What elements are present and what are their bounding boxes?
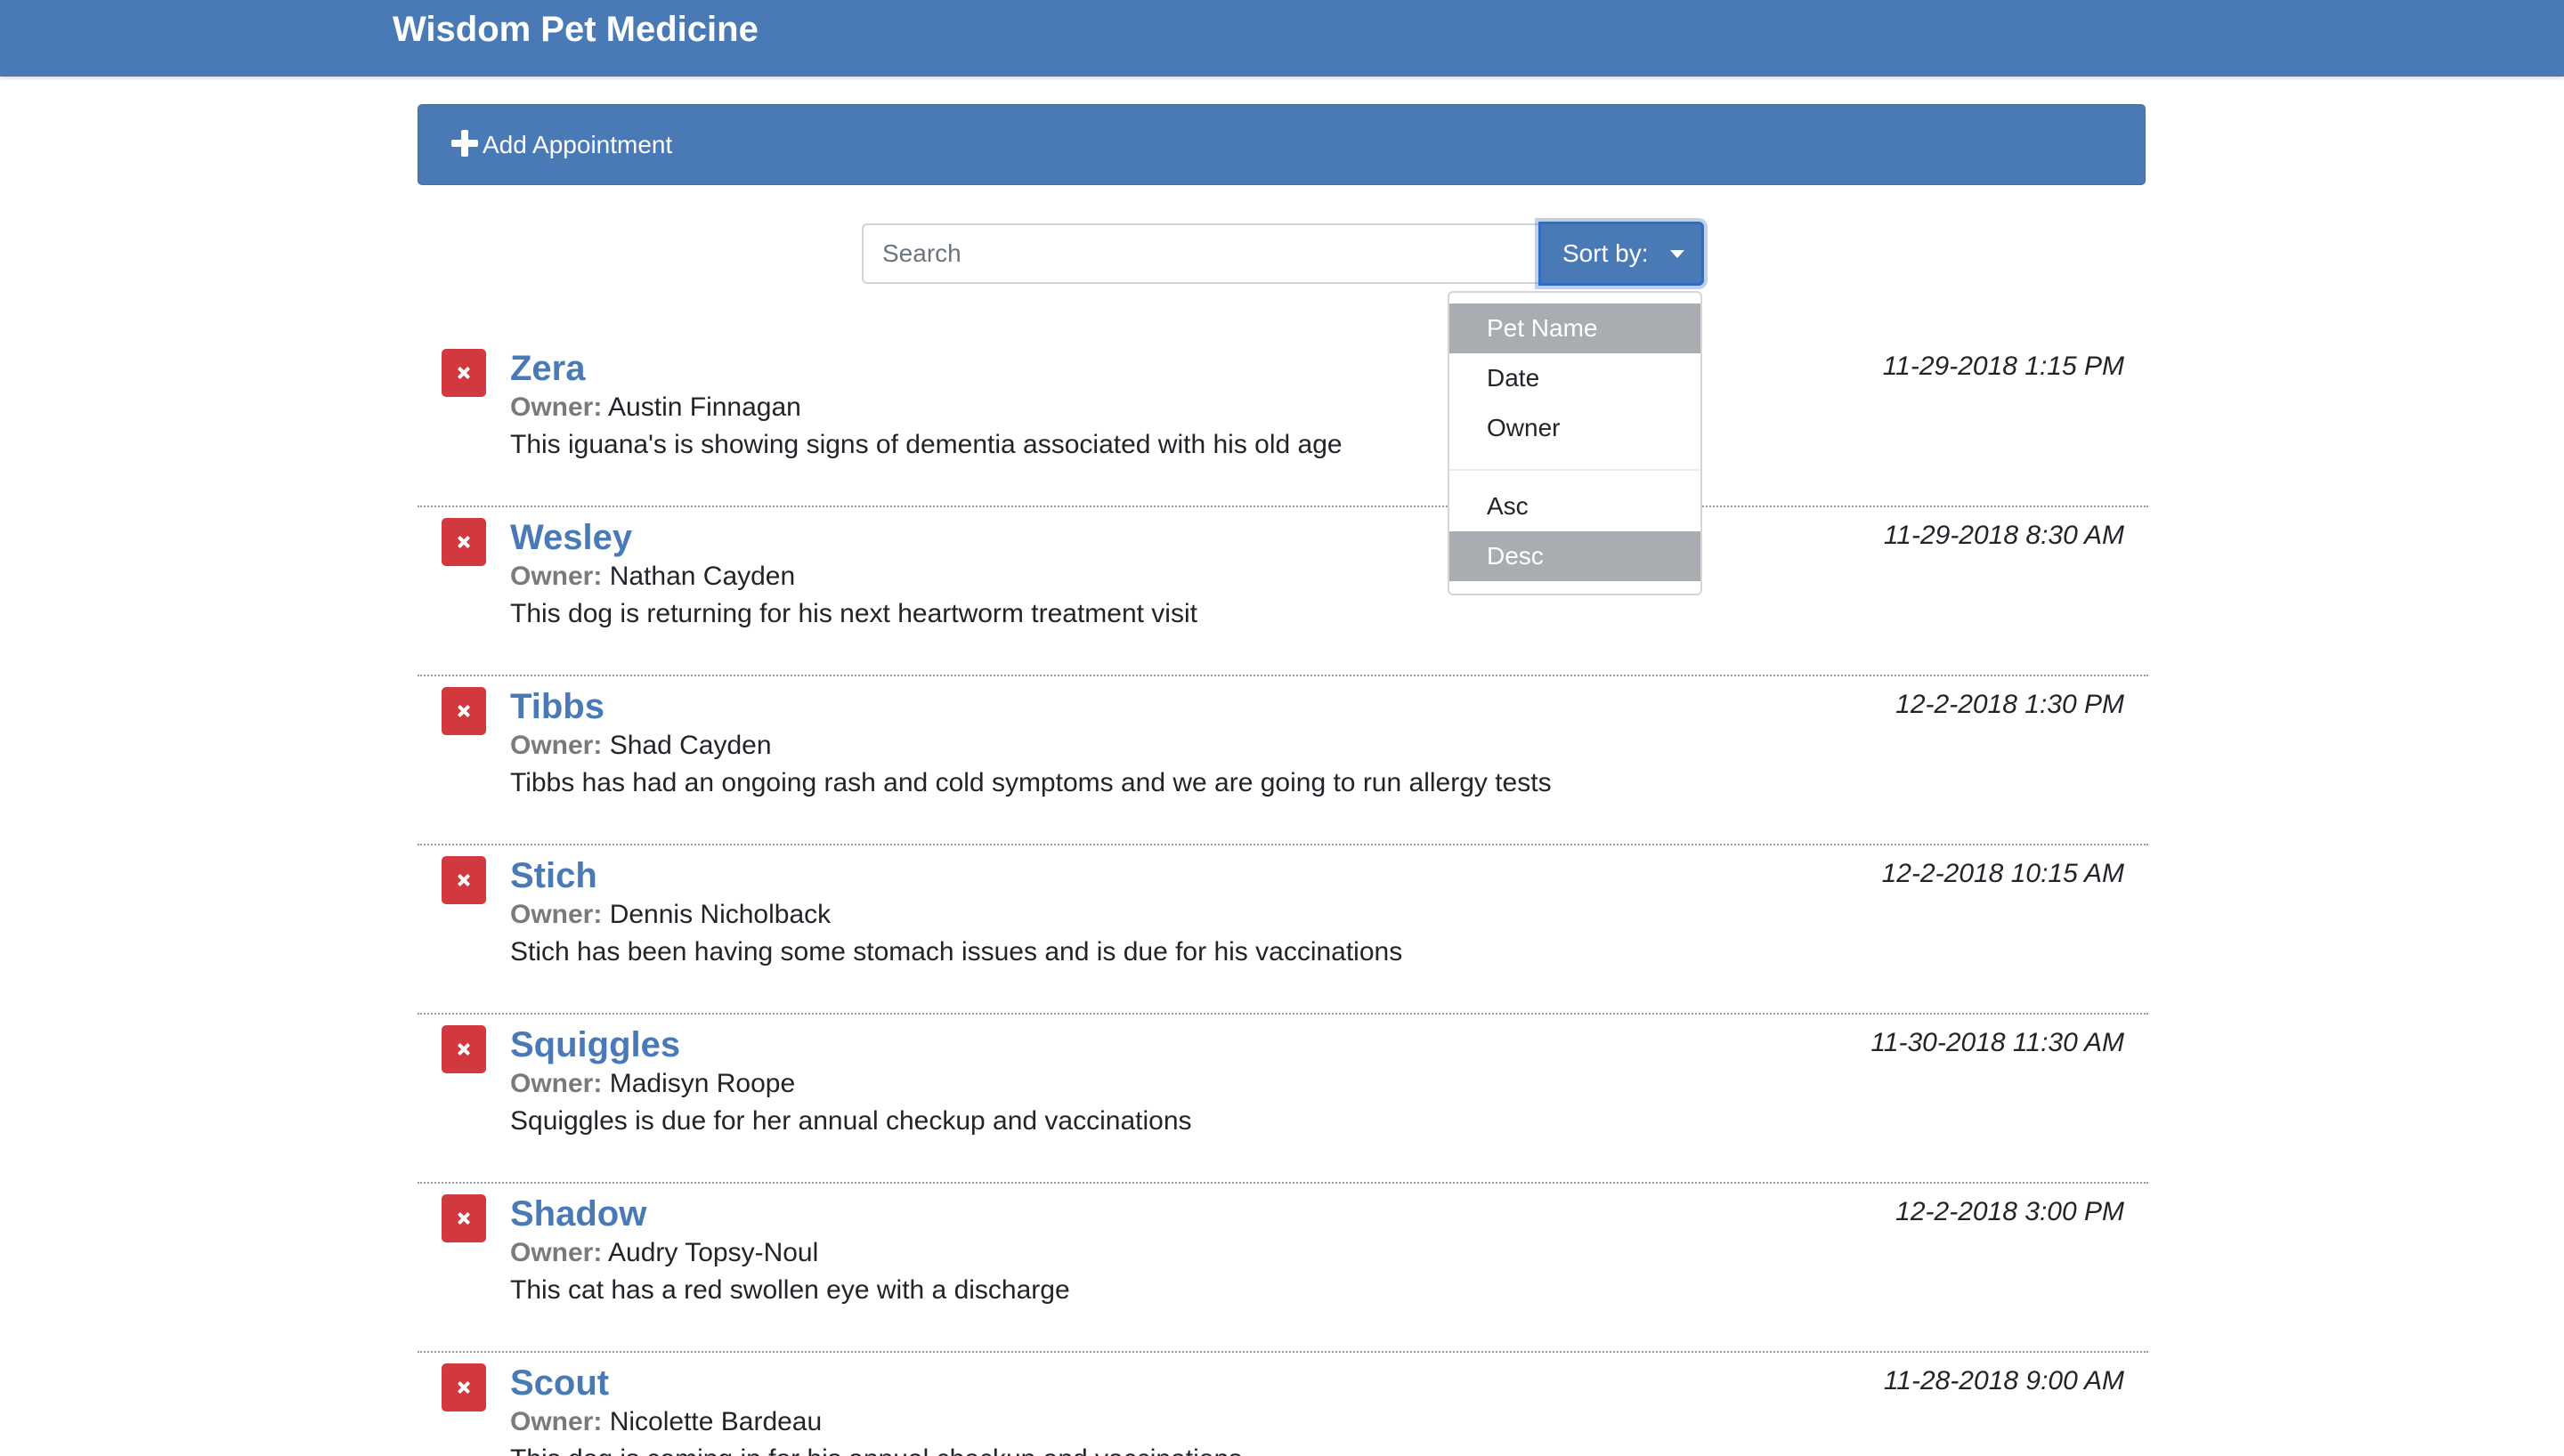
delete-appointment-button[interactable]	[442, 856, 486, 904]
pet-name[interactable]: Zera	[510, 345, 586, 392]
pet-name[interactable]: Scout	[510, 1360, 609, 1406]
appointment-item: Wesley Owner: Nathan Cayden This dog is …	[418, 507, 2148, 676]
owner-name[interactable]: Madisyn Roope	[610, 1069, 795, 1098]
sort-by-label: Sort by:	[1562, 239, 1649, 267]
appointment-date: 11-30-2018 11:30 AM	[1870, 1028, 2124, 1057]
owner-line: Owner: Nicolette Bardeau	[510, 1404, 822, 1440]
owner-name[interactable]: Audry Topsy-Noul	[608, 1238, 818, 1267]
owner-line: Owner: Shad Cayden	[510, 728, 772, 764]
navbar: Wisdom Pet Medicine	[0, 0, 2564, 77]
owner-label: Owner:	[510, 900, 603, 929]
appointment-notes[interactable]: This iguana's is showing signs of dement…	[510, 427, 1343, 463]
dropdown-divider	[1449, 469, 1700, 471]
sort-option-desc[interactable]: Desc	[1449, 531, 1700, 581]
owner-name[interactable]: Nathan Cayden	[610, 562, 795, 591]
appointment-item: Tibbs Owner: Shad Cayden Tibbs has had a…	[418, 676, 2148, 845]
appointment-notes[interactable]: This cat has a red swollen eye with a di…	[510, 1273, 1070, 1308]
owner-name[interactable]: Nicolette Bardeau	[610, 1407, 822, 1436]
owner-line: Owner: Madisyn Roope	[510, 1066, 795, 1102]
appointment-notes[interactable]: Tibbs has had an ongoing rash and cold s…	[510, 765, 1552, 801]
owner-line: Owner: Dennis Nicholback	[510, 897, 831, 933]
owner-name[interactable]: Austin Finnagan	[608, 392, 801, 422]
appointment-date: 12-2-2018 1:30 PM	[1895, 690, 2124, 719]
caret-down-icon	[1670, 250, 1684, 258]
appointment-date: 12-2-2018 3:00 PM	[1895, 1197, 2124, 1226]
delete-appointment-button[interactable]	[442, 349, 486, 397]
sort-by-button[interactable]: Sort by:	[1538, 222, 1704, 286]
appointment-date: 11-29-2018 8:30 AM	[1883, 521, 2124, 550]
app-title[interactable]: Wisdom Pet Medicine	[393, 0, 759, 59]
add-appointment-label: Add Appointment	[483, 131, 673, 158]
appointment-item: Stich Owner: Dennis Nicholback Stich has…	[418, 845, 2148, 1015]
appointment-item: Zera Owner: Austin Finnagan This iguana'…	[418, 338, 2148, 507]
delete-appointment-button[interactable]	[442, 1194, 486, 1242]
appointment-notes[interactable]: Squiggles is due for her annual checkup …	[510, 1104, 1192, 1139]
owner-label: Owner:	[510, 392, 603, 422]
owner-label: Owner:	[510, 562, 603, 591]
sort-dropdown-menu: Pet Name Date Owner Asc Desc	[1448, 291, 1702, 595]
owner-label: Owner:	[510, 1238, 603, 1267]
plus-icon	[451, 130, 478, 157]
pet-name[interactable]: Wesley	[510, 514, 632, 561]
owner-line: Owner: Nathan Cayden	[510, 559, 795, 595]
pet-name[interactable]: Squiggles	[510, 1022, 680, 1068]
owner-name[interactable]: Shad Cayden	[610, 731, 772, 760]
appointment-date: 11-28-2018 9:00 AM	[1883, 1366, 2124, 1395]
appointment-item: Shadow Owner: Audry Topsy-Noul This cat …	[418, 1184, 2148, 1353]
delete-appointment-button[interactable]	[442, 1363, 486, 1412]
appointment-item: Scout Owner: Nicolette Bardeau This dog …	[418, 1353, 2148, 1456]
appointment-notes[interactable]: This dog is returning for his next heart…	[510, 596, 1197, 632]
pet-name[interactable]: Shadow	[510, 1191, 646, 1237]
appointment-notes[interactable]: Stich has been having some stomach issue…	[510, 934, 1402, 970]
appointment-date: 12-2-2018 10:15 AM	[1881, 859, 2124, 888]
pet-name[interactable]: Stich	[510, 853, 597, 899]
owner-label: Owner:	[510, 1407, 603, 1436]
appointment-notes[interactable]: This dog is coming in for his annual che…	[510, 1442, 1242, 1456]
owner-label: Owner:	[510, 1069, 603, 1098]
owner-line: Owner: Austin Finnagan	[510, 390, 801, 425]
sort-option-owner[interactable]: Owner	[1449, 403, 1700, 453]
app-root: Wisdom Pet Medicine Add Appointment Sort…	[0, 0, 2564, 1456]
appointment-date: 11-29-2018 1:15 PM	[1882, 352, 2124, 381]
delete-appointment-button[interactable]	[442, 687, 486, 735]
owner-line: Owner: Audry Topsy-Noul	[510, 1235, 818, 1271]
delete-appointment-button[interactable]	[442, 518, 486, 566]
add-appointment-button[interactable]: Add Appointment	[418, 104, 2146, 185]
sort-option-pet-name[interactable]: Pet Name	[1449, 303, 1700, 353]
pet-name[interactable]: Tibbs	[510, 684, 604, 730]
delete-appointment-button[interactable]	[442, 1025, 486, 1073]
appointment-item: Squiggles Owner: Madisyn Roope Squiggles…	[418, 1015, 2148, 1184]
sort-option-asc[interactable]: Asc	[1449, 481, 1700, 531]
search-input[interactable]	[862, 223, 1538, 284]
owner-name[interactable]: Dennis Nicholback	[610, 900, 831, 929]
owner-label: Owner:	[510, 731, 603, 760]
sort-option-date[interactable]: Date	[1449, 353, 1700, 403]
